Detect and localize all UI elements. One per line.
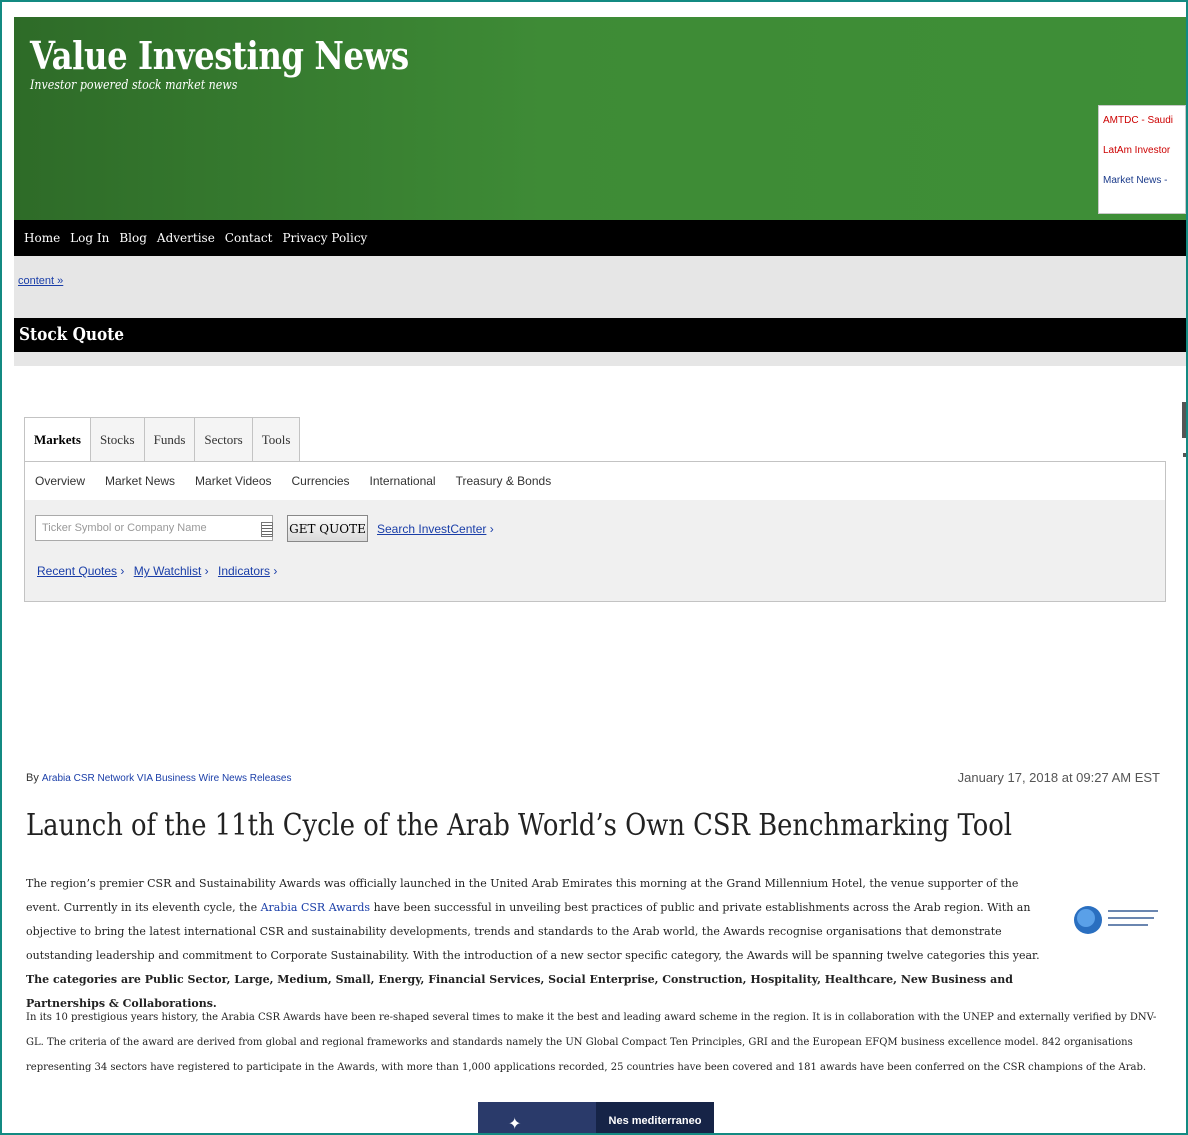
site-header: Value Investing News Investor powered st…	[14, 17, 1186, 220]
site-tagline: Investor powered stock market news	[30, 78, 238, 93]
section-header: Stock Quote	[14, 318, 1186, 352]
stock-quote-widget: Markets Stocks Funds Sectors Tools Overv…	[24, 417, 1166, 602]
ad-logo-icon: ✦	[508, 1114, 522, 1133]
breadcrumb[interactable]: content »	[18, 275, 63, 287]
site-title[interactable]: Value Investing News	[30, 33, 409, 78]
nav-privacy[interactable]: Privacy Policy	[282, 231, 367, 245]
breadcrumb-bar: content »	[14, 256, 1186, 318]
tab-markets[interactable]: Markets	[24, 417, 91, 463]
widget-tabs: Markets Stocks Funds Sectors Tools	[24, 417, 301, 463]
indicators-label: Indicators	[217, 564, 271, 578]
article-date: January 17, 2018 at 09:27 AM EST	[957, 770, 1160, 785]
subtab-international[interactable]: International	[370, 474, 436, 488]
subtab-bar: Overview Market News Market Videos Curre…	[24, 461, 1166, 501]
ad-banner-text: Nes mediterraneo	[596, 1102, 714, 1133]
subtab-currencies[interactable]: Currencies	[292, 474, 350, 488]
search-investcenter-link[interactable]: Search InvestCenter ›	[377, 522, 494, 536]
article-paragraph-2: In its 10 prestigious years history, the…	[26, 1012, 1157, 1073]
nav-home[interactable]: Home	[24, 231, 60, 245]
quick-links: Recent Quotes › My Watchlist › Indicator…	[37, 564, 283, 578]
ticker-item[interactable]: Market News -	[1099, 174, 1185, 187]
my-watchlist-label: My Watchlist	[133, 564, 202, 578]
subtab-treasury-bonds[interactable]: Treasury & Bonds	[456, 474, 552, 488]
get-quote-button[interactable]: GET QUOTE	[287, 515, 368, 542]
subtab-market-news[interactable]: Market News	[105, 474, 175, 488]
search-investcenter-label: Search InvestCenter	[377, 522, 487, 536]
subtab-market-videos[interactable]: Market Videos	[195, 474, 271, 488]
tab-funds[interactable]: Funds	[143, 417, 196, 461]
my-watchlist-link[interactable]: My Watchlist ›	[134, 564, 209, 578]
section-title: Stock Quote	[19, 324, 125, 345]
awards-logo	[1074, 906, 1158, 934]
symbol-lookup-icon[interactable]	[261, 522, 273, 537]
recent-quotes-label: Recent Quotes	[37, 564, 118, 578]
article-paragraph-1: The region’s premier CSR and Sustainabil…	[26, 872, 1040, 1016]
side-marker	[1182, 402, 1186, 438]
ad-banner-image: ✦	[478, 1102, 596, 1133]
ticker-search-input[interactable]	[35, 515, 273, 541]
ticker-item[interactable]: LatAm Investor	[1099, 144, 1185, 157]
subtab-overview[interactable]: Overview	[35, 474, 85, 488]
indicators-link[interactable]: Indicators ›	[218, 564, 277, 578]
tab-sectors[interactable]: Sectors	[194, 417, 253, 461]
main-nav: Home Log In Blog Advertise Contact Priva…	[14, 220, 1186, 256]
nav-login[interactable]: Log In	[70, 231, 109, 245]
tab-tools[interactable]: Tools	[251, 417, 301, 461]
article-headline: Launch of the 11th Cycle of the Arab Wor…	[26, 808, 1013, 843]
quote-panel: GET QUOTE Search InvestCenter › Recent Q…	[24, 500, 1166, 602]
article-byline: By Arabia CSR Network VIA Business Wire …	[26, 772, 291, 784]
nav-contact[interactable]: Contact	[225, 231, 273, 245]
nav-advertise[interactable]: Advertise	[157, 231, 215, 245]
nav-blog[interactable]: Blog	[119, 231, 147, 245]
arabia-csr-awards-link[interactable]: Arabia CSR Awards	[261, 901, 370, 914]
author-link[interactable]: Arabia CSR Network VIA Business Wire New…	[42, 773, 292, 784]
recent-quotes-link[interactable]: Recent Quotes ›	[37, 564, 124, 578]
section-divider	[14, 352, 1186, 366]
byline-prefix: By	[26, 772, 39, 784]
side-dot	[1183, 453, 1186, 457]
tab-stocks[interactable]: Stocks	[89, 417, 145, 461]
page-frame: Value Investing News Investor powered st…	[0, 0, 1188, 1135]
ticker-item[interactable]: AMTDC - Saudi	[1099, 114, 1185, 127]
news-ticker: AMTDC - Saudi LatAm Investor Market News…	[1098, 105, 1186, 214]
ad-banner[interactable]: ✦ Nes mediterraneo	[478, 1102, 714, 1133]
